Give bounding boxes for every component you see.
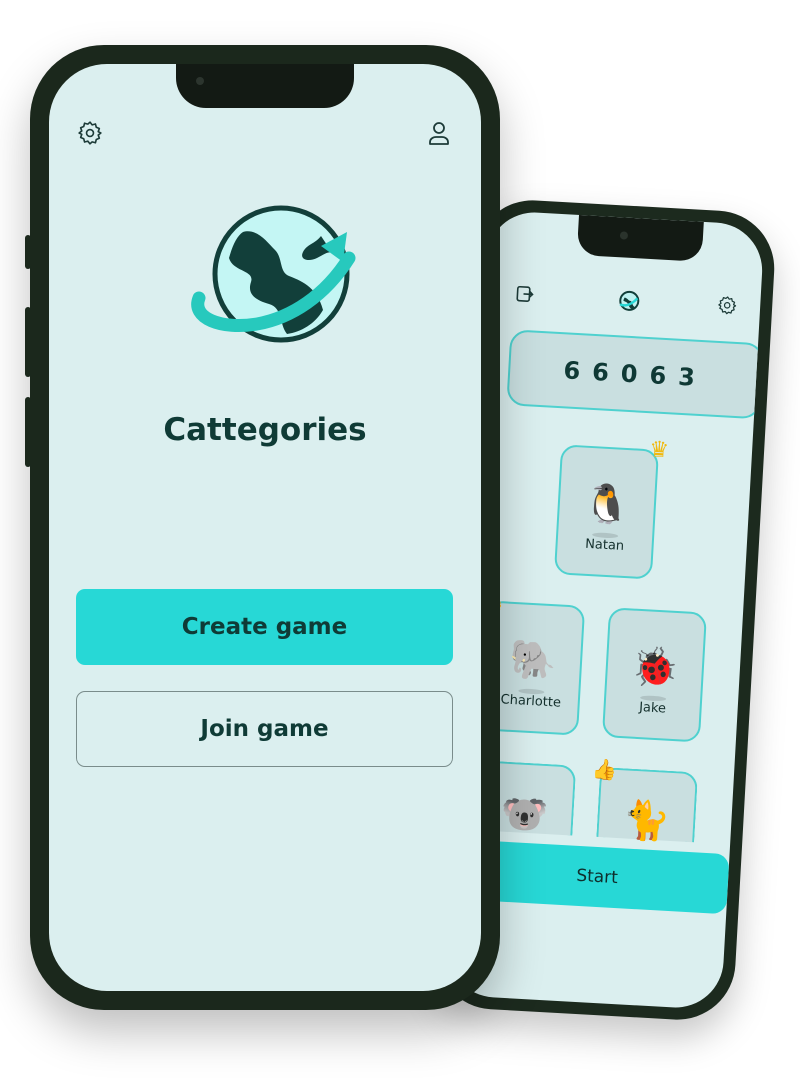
home-phone: Cattegories Create game Join game (25, 45, 500, 1010)
phone-notch (576, 214, 704, 262)
gear-icon[interactable] (77, 120, 103, 150)
thumbs-up-icon: 👍 (591, 756, 618, 782)
join-game-button[interactable]: Join game (76, 691, 453, 767)
player-card: 👍 🐈 (591, 757, 699, 844)
globe-logo-icon (191, 205, 356, 343)
create-game-button[interactable]: Create game (76, 589, 453, 665)
phone-notch (176, 64, 354, 108)
volume-up-button (25, 307, 31, 377)
volume-down-button (25, 397, 31, 467)
room-code: 66063 (506, 329, 765, 420)
player-name: Jake (638, 700, 667, 717)
exit-icon[interactable] (514, 283, 535, 308)
globe-icon (617, 289, 640, 316)
cat-icon: 🐈 (621, 797, 672, 844)
mute-switch (25, 235, 31, 269)
start-button[interactable]: Start (464, 839, 730, 915)
home-screen: Cattegories Create game Join game (49, 64, 481, 991)
crown-icon: ♛ (648, 437, 670, 464)
user-icon[interactable] (427, 120, 451, 150)
player-card: ♛ 🐧 Natan (553, 437, 670, 580)
gear-icon[interactable] (716, 295, 737, 320)
app-title: Cattegories (163, 412, 367, 448)
player-card: 🐞 Jake (601, 607, 708, 743)
penguin-icon: 🐧 (582, 480, 632, 528)
player-name: Natan (584, 536, 625, 554)
ladybug-icon: 🐞 (630, 643, 680, 691)
